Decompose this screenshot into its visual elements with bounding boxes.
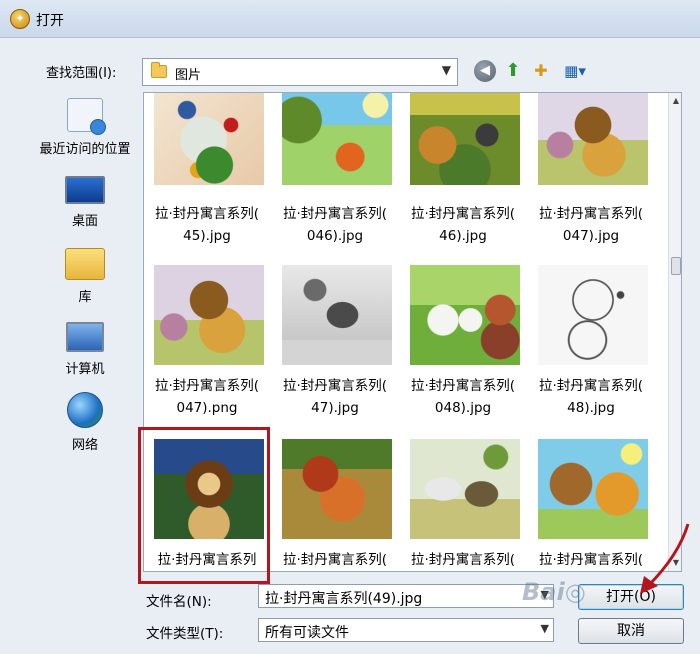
file-name-line1: 拉·封丹寓言系列( bbox=[154, 206, 260, 222]
window-title: 打开 bbox=[36, 13, 64, 29]
image-thumbnail bbox=[410, 265, 520, 365]
vertical-scrollbar[interactable]: ▲ ▼ bbox=[668, 93, 681, 571]
image-thumbnail bbox=[410, 439, 520, 539]
file-item[interactable]: 拉·封丹寓言系列( 46).jpg bbox=[400, 93, 526, 263]
scroll-up-icon[interactable]: ▲ bbox=[669, 93, 681, 109]
image-thumbnail bbox=[154, 93, 264, 185]
file-name-line1: 拉·封丹寓言系列( bbox=[410, 378, 516, 394]
recent-places-icon bbox=[67, 98, 106, 135]
place-label: 库 bbox=[78, 290, 92, 305]
place-libraries[interactable]: 库 bbox=[30, 248, 140, 305]
look-in-combo[interactable]: 图片 ▼ bbox=[142, 58, 458, 86]
file-name-line1: 拉·封丹寓言系列( bbox=[410, 206, 516, 222]
image-thumbnail bbox=[410, 93, 520, 185]
computer-icon bbox=[66, 322, 104, 352]
chevron-down-icon: ▼ bbox=[540, 622, 549, 635]
file-name-line2: 46).jpg bbox=[439, 228, 487, 244]
file-name-line2: 047).jpg bbox=[562, 228, 620, 244]
file-name-line1: 拉·封丹寓言系列( bbox=[538, 378, 644, 394]
file-item[interactable]: 拉·封丹寓言系列( 047).jpg bbox=[528, 93, 654, 263]
file-name-line1: 拉·封丹寓言系列( bbox=[282, 552, 388, 568]
title-bar: ✦ 打开 bbox=[0, 0, 700, 38]
chevron-down-icon: ▼ bbox=[441, 63, 451, 77]
up-folder-icon[interactable]: ⬆ bbox=[502, 60, 524, 82]
filetype-label: 文件类型(T): bbox=[146, 626, 224, 642]
place-label: 计算机 bbox=[65, 362, 105, 377]
filename-label: 文件名(N): bbox=[146, 594, 212, 610]
file-item[interactable]: 拉·封丹寓言系列( 47).jpg bbox=[272, 265, 398, 435]
filename-field[interactable]: 拉·封丹寓言系列(49).jpg ▼ bbox=[258, 584, 554, 608]
file-name-line2: 48).jpg bbox=[567, 400, 615, 416]
file-name-line1: 拉·封丹寓言系列( bbox=[154, 378, 260, 394]
file-name-line2: 47).jpg bbox=[311, 400, 359, 416]
new-folder-icon[interactable]: ✚ bbox=[530, 60, 552, 82]
selection-highlight-box bbox=[138, 427, 270, 584]
look-in-value: 图片 bbox=[175, 68, 202, 83]
place-label: 桌面 bbox=[71, 214, 98, 229]
look-in-label: 查找范围(I): bbox=[46, 66, 117, 81]
place-recent[interactable]: 最近访问的位置 bbox=[30, 98, 140, 157]
place-network[interactable]: 网络 bbox=[30, 392, 140, 453]
place-label: 网络 bbox=[71, 438, 98, 453]
image-thumbnail bbox=[282, 265, 392, 365]
file-name-line2: 048).jpg bbox=[434, 400, 492, 416]
view-menu-icon[interactable]: ▦▾ bbox=[560, 60, 590, 82]
back-icon[interactable]: ◀ bbox=[474, 60, 496, 82]
place-label: 最近访问的位置 bbox=[39, 142, 131, 157]
image-thumbnail bbox=[282, 439, 392, 539]
image-thumbnail bbox=[282, 93, 392, 185]
file-name-line1: 拉·封丹寓言系列( bbox=[410, 552, 516, 568]
filename-value: 拉·封丹寓言系列(49).jpg bbox=[265, 591, 423, 607]
place-desktop[interactable]: 桌面 bbox=[30, 176, 140, 229]
file-name-line2: 047).png bbox=[176, 400, 238, 416]
folder-icon bbox=[151, 62, 167, 78]
place-computer[interactable]: 计算机 bbox=[30, 322, 140, 377]
file-item[interactable]: 拉·封丹寓言系列( bbox=[400, 439, 526, 571]
image-thumbnail bbox=[538, 93, 648, 185]
file-item[interactable]: 拉·封丹寓言系列( 048).jpg bbox=[400, 265, 526, 435]
app-icon: ✦ bbox=[10, 9, 30, 29]
file-name-line1: 拉·封丹寓言系列( bbox=[282, 378, 388, 394]
file-item[interactable]: 拉·封丹寓言系列( 48).jpg bbox=[528, 265, 654, 435]
filetype-select[interactable]: 所有可读文件 ▼ bbox=[258, 618, 554, 642]
image-thumbnail bbox=[538, 265, 648, 365]
file-name-line1: 拉·封丹寓言系列( bbox=[538, 206, 644, 222]
scrollbar-thumb[interactable] bbox=[671, 257, 681, 275]
libraries-icon bbox=[65, 248, 105, 280]
file-item[interactable]: 拉·封丹寓言系列( 046).jpg bbox=[272, 93, 398, 263]
desktop-icon bbox=[65, 176, 105, 204]
network-icon bbox=[67, 392, 103, 428]
filetype-value: 所有可读文件 bbox=[265, 625, 349, 641]
watermark-logo: Bai◎ bbox=[522, 578, 586, 606]
image-thumbnail bbox=[154, 265, 264, 365]
file-item[interactable]: 拉·封丹寓言系列( 45).jpg bbox=[144, 93, 270, 263]
file-name-line1: 拉·封丹寓言系列( bbox=[282, 206, 388, 222]
file-name-line2: 046).jpg bbox=[306, 228, 364, 244]
file-name-line2: 45).jpg bbox=[183, 228, 231, 244]
file-item[interactable]: 拉·封丹寓言系列( bbox=[272, 439, 398, 571]
file-item[interactable]: 拉·封丹寓言系列( 047).png bbox=[144, 265, 270, 435]
